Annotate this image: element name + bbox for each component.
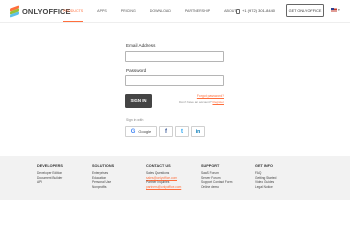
site-footer: Developers Developer Edition Document Bu… bbox=[0, 156, 350, 200]
password-field[interactable] bbox=[125, 75, 224, 86]
email-field[interactable] bbox=[125, 51, 224, 62]
linkedin-signin-button[interactable]: in bbox=[191, 126, 205, 137]
us-flag-icon bbox=[331, 8, 337, 12]
footer-column-title: Get Info bbox=[255, 164, 273, 168]
sign-in-button[interactable]: Sign in bbox=[125, 94, 152, 108]
footer-column-title: Solutions bbox=[92, 164, 115, 168]
no-account-text: Don't have an account? bbox=[179, 100, 212, 104]
footer-column-title: Contact Us bbox=[146, 164, 171, 168]
footer-link[interactable]: Developer Edition bbox=[37, 171, 63, 176]
sign-in-with-label: Sign in with bbox=[126, 118, 144, 122]
footer-column-get-info: Get Info FAQ Getting Started Video Guide… bbox=[255, 164, 276, 189]
footer-link[interactable]: Legal Notice bbox=[255, 185, 276, 190]
footer-link[interactable]: API bbox=[37, 180, 63, 185]
main-nav: Products Apps Pricing Download Partnersh… bbox=[63, 0, 251, 22]
phone-number[interactable]: +1 (972) 301-8440 bbox=[236, 0, 275, 22]
language-selector[interactable]: ▾ bbox=[331, 8, 340, 12]
logo[interactable]: ONLYOFFICE bbox=[10, 4, 71, 18]
google-icon: G bbox=[130, 128, 136, 135]
site-header: ONLYOFFICE Products Apps Pricing Downloa… bbox=[0, 0, 350, 23]
get-onlyoffice-button[interactable]: Get OnlyOffice bbox=[286, 4, 324, 17]
register-link[interactable]: Register bbox=[212, 100, 224, 104]
nav-item-apps[interactable]: Apps bbox=[97, 0, 107, 22]
twitter-icon: t bbox=[181, 128, 183, 135]
linkedin-icon: in bbox=[195, 128, 201, 135]
email-label: Email Address bbox=[126, 43, 156, 48]
footer-column-title: Support bbox=[201, 164, 220, 168]
footer-link[interactable]: Online demo bbox=[201, 185, 232, 190]
nav-item-products[interactable]: Products bbox=[63, 0, 84, 22]
footer-column-solutions: Solutions Enterprises Education Personal… bbox=[92, 164, 114, 189]
facebook-icon: f bbox=[165, 128, 167, 135]
nav-item-download[interactable]: Download bbox=[150, 0, 171, 22]
twitter-signin-button[interactable]: t bbox=[175, 126, 189, 137]
forgot-password-link[interactable]: Forgot password? bbox=[180, 94, 224, 98]
phone-icon bbox=[236, 8, 240, 14]
google-label: Google bbox=[138, 129, 152, 134]
logo-icon bbox=[10, 4, 19, 18]
chevron-down-icon: ▾ bbox=[338, 8, 340, 12]
google-signin-button[interactable]: G Google bbox=[125, 126, 157, 137]
nav-item-pricing[interactable]: Pricing bbox=[121, 0, 136, 22]
phone-text: +1 (972) 301-8440 bbox=[242, 8, 276, 13]
footer-column-title: Developers bbox=[37, 164, 63, 168]
footer-column-support: Support SaaS Forum Server Forum Support … bbox=[201, 164, 232, 189]
footer-column-contact-us: Contact Us Sales Questions sales@onlyoff… bbox=[146, 164, 181, 189]
nav-item-partnership[interactable]: Partnership bbox=[185, 0, 210, 22]
register-prompt: Don't have an account? Register bbox=[160, 100, 224, 104]
footer-link[interactable]: Nonprofits bbox=[92, 185, 114, 190]
footer-column-developers: Developers Developer Edition Document Bu… bbox=[37, 164, 63, 185]
partners-email-link[interactable]: partners@onlyoffice.com bbox=[146, 185, 181, 190]
password-label: Password bbox=[126, 68, 147, 73]
nav-item-about[interactable]: About bbox=[224, 0, 236, 22]
facebook-signin-button[interactable]: f bbox=[159, 126, 173, 137]
